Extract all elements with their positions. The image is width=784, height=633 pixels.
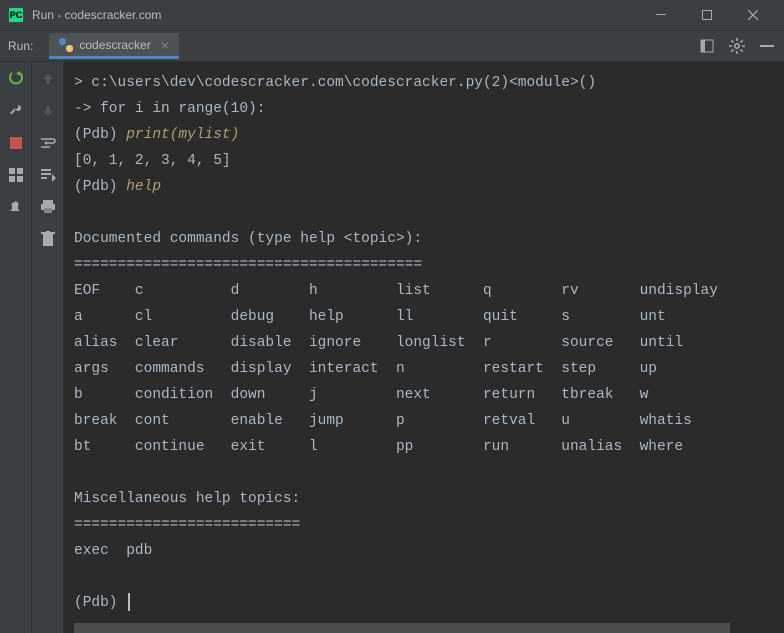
console-output[interactable]: > c:\users\dev\codescracker.com\codescra… [64, 62, 784, 633]
console-line: > c:\users\dev\codescracker.com\codescra… [74, 75, 596, 91]
scroll-to-end-icon[interactable] [39, 166, 57, 184]
hide-icon[interactable] [758, 37, 776, 55]
run-config-tab[interactable]: codescracker × [49, 33, 179, 59]
cmd-row: break cont enable jump p retval u whatis [74, 413, 692, 429]
soft-wrap-icon[interactable] [39, 134, 57, 152]
caret [128, 593, 130, 611]
cmd-row: b condition down j next return tbreak w [74, 387, 648, 403]
close-button[interactable] [730, 0, 776, 30]
window-title: Run - codescracker.com [32, 8, 161, 22]
app-icon: PC [8, 7, 24, 23]
tab-close-icon[interactable]: × [161, 37, 169, 53]
cmd-row: args commands display interact n restart… [74, 361, 657, 377]
left-gutter [0, 62, 32, 633]
help-heading: Documented commands (type help <topic>): [74, 231, 422, 247]
inner-gutter [32, 62, 64, 633]
run-label: Run: [8, 39, 33, 53]
main-panel: > c:\users\dev\codescracker.com\codescra… [0, 62, 784, 633]
window-controls [638, 0, 776, 30]
horizontal-scrollbar[interactable] [74, 623, 772, 633]
pdb-prompt: (Pdb) [74, 127, 126, 143]
rerun-icon[interactable] [7, 70, 25, 88]
misc-underline: ========================== [74, 517, 300, 533]
down-arrow-icon[interactable] [39, 102, 57, 120]
layout-icon[interactable] [7, 166, 25, 184]
console-line: [0, 1, 2, 3, 4, 5] [74, 153, 231, 169]
help-underline: ======================================== [74, 257, 422, 273]
pdb-input: help [126, 179, 161, 195]
pin-icon[interactable] [7, 198, 25, 216]
cmd-row: EOF c d h list q rv undisplay [74, 283, 718, 299]
minimize-button[interactable] [638, 0, 684, 30]
pdb-input: print(mylist) [126, 127, 239, 143]
maximize-button[interactable] [684, 0, 730, 30]
run-toolbar: Run: codescracker × [0, 30, 784, 62]
misc-row: exec pdb [74, 543, 152, 559]
trash-icon[interactable] [39, 230, 57, 248]
expand-icon[interactable] [698, 37, 716, 55]
misc-heading: Miscellaneous help topics: [74, 491, 300, 507]
tab-label: codescracker [79, 38, 150, 52]
gear-icon[interactable] [728, 37, 746, 55]
pdb-prompt: (Pdb) [74, 179, 126, 195]
titlebar: PC Run - codescracker.com [0, 0, 784, 30]
scrollbar-thumb[interactable] [74, 623, 730, 633]
stop-button[interactable] [7, 134, 25, 152]
wrench-icon[interactable] [7, 102, 25, 120]
cmd-row: bt continue exit l pp run unalias where [74, 439, 683, 455]
python-icon [59, 38, 73, 52]
print-icon[interactable] [39, 198, 57, 216]
cmd-row: alias clear disable ignore longlist r so… [74, 335, 683, 351]
console-line: -> for i in range(10): [74, 101, 265, 117]
up-arrow-icon[interactable] [39, 70, 57, 88]
pdb-prompt: (Pdb) [74, 595, 126, 611]
cmd-row: a cl debug help ll quit s unt [74, 309, 666, 325]
